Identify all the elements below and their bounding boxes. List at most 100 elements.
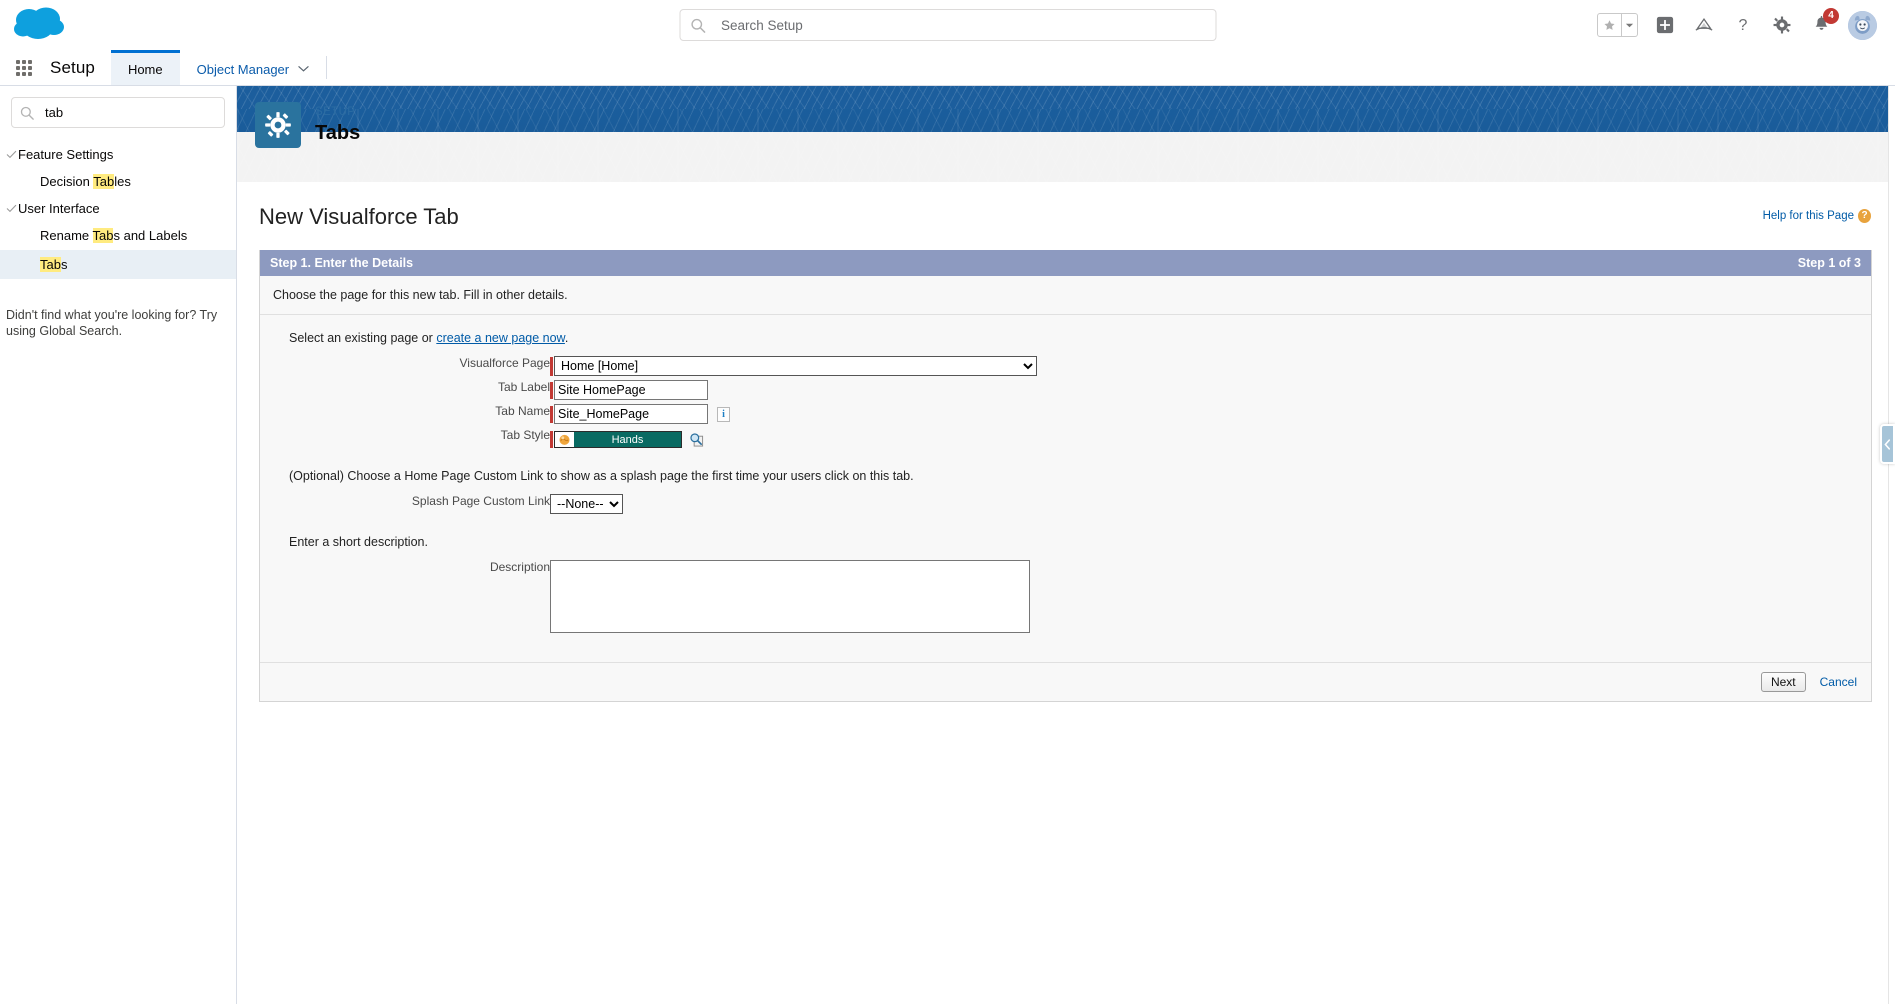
question-mark-icon: ? <box>1858 209 1871 223</box>
optional-splash-note: (Optional) Choose a Home Page Custom Lin… <box>289 469 914 483</box>
salesforce-cloud-logo[interactable] <box>6 0 76 50</box>
global-header: ? 4 <box>0 0 1895 50</box>
sidebar-item-label-post: s and Labels <box>113 228 188 243</box>
sidebar-group-user-interface[interactable]: User Interface <box>0 196 236 221</box>
notifications-bell-icon[interactable]: 4 <box>1809 8 1839 37</box>
field-row-tab-style: Tab Style Hands <box>260 426 1037 450</box>
app-launcher-icon[interactable] <box>6 50 42 85</box>
page-title-row: New Visualforce Tab Help for this Page ? <box>237 182 1895 230</box>
field-row-splash-page: Splash Page Custom Link --None-- <box>260 492 623 516</box>
wizard-step-bar: Step 1. Enter the Details Step 1 of 3 <box>260 250 1871 276</box>
sidebar-item-label-match: Tab <box>93 174 115 189</box>
help-link-label: Help for this Page <box>1762 210 1854 222</box>
description-textarea[interactable] <box>550 560 1030 633</box>
magnifier-lookup-icon[interactable] <box>689 432 704 447</box>
nav-tab-home[interactable]: Home <box>110 50 180 85</box>
sidebar-item-label-match: Tab <box>92 228 114 243</box>
wizard-footer: Next Cancel <box>260 662 1871 701</box>
page-title: Tabs <box>315 122 361 144</box>
quick-find-box[interactable] <box>11 97 225 128</box>
required-indicator <box>550 381 553 399</box>
banner-pattern-strip <box>237 86 1895 109</box>
nav-tab-home-label: Home <box>127 61 163 77</box>
visualforce-page-select[interactable]: Home [Home] <box>554 356 1037 376</box>
sidebar-group-feature-settings[interactable]: Feature Settings <box>0 142 236 167</box>
field-row-description: Description <box>260 558 1030 640</box>
tab-name-label: Tab Name <box>495 404 550 418</box>
gear-icon[interactable] <box>1770 13 1794 37</box>
setup-sidebar: Feature Settings Decision Tables User In… <box>0 86 237 1004</box>
setup-banner: SETUP Tabs <box>237 86 1895 182</box>
sidebar-item-label-pre: Decision <box>40 174 94 189</box>
sidebar-group-label: User Interface <box>18 201 100 216</box>
select-page-lead: Select an existing page or create a new … <box>260 331 1871 354</box>
tab-style-swatch[interactable]: Hands <box>554 431 682 448</box>
tab-label-input[interactable] <box>554 380 708 400</box>
page-scrollbar-track[interactable] <box>1888 86 1895 1004</box>
next-button[interactable]: Next <box>1760 672 1806 692</box>
description-note: Enter a short description. <box>289 535 428 549</box>
setup-eyebrow: SETUP <box>315 106 356 118</box>
trailhead-icon[interactable] <box>1692 13 1716 37</box>
chevron-down-icon <box>298 65 309 73</box>
global-search-box[interactable] <box>679 9 1216 41</box>
quick-find-input[interactable] <box>43 104 223 121</box>
tab-style-label: Tab Style <box>500 428 550 442</box>
create-new-page-link[interactable]: create a new page now <box>436 331 565 345</box>
header-actions: ? 4 <box>1597 8 1881 40</box>
checkmark-icon <box>4 204 18 213</box>
field-row-tab-label: Tab Label <box>260 378 1037 402</box>
field-row-visualforce-page: Visualforce Page Home [Home] <box>260 354 1037 378</box>
tab-style-name: Hands <box>574 432 681 447</box>
favorites-group[interactable] <box>1597 13 1638 37</box>
form-table-splash: Splash Page Custom Link --None-- <box>260 492 623 516</box>
setup-nav-bar: Setup Home Object Manager <box>0 50 1895 86</box>
body: Feature Settings Decision Tables User In… <box>0 86 1895 1004</box>
sidebar-item-rename-tabs-and-labels[interactable]: Rename Tabs and Labels <box>0 221 236 250</box>
panel-collapse-handle[interactable] <box>1880 424 1895 464</box>
favorites-dropdown-icon[interactable] <box>1622 13 1638 37</box>
checkmark-icon <box>4 150 18 159</box>
splash-page-label: Splash Page Custom Link <box>411 494 550 508</box>
nav-tab-object-manager[interactable]: Object Manager <box>180 50 327 85</box>
global-search-input[interactable] <box>719 16 1205 34</box>
tab-label-label: Tab Label <box>497 380 550 394</box>
main-content: SETUP Tabs New Visualforce Tab Help for … <box>237 86 1895 1004</box>
wizard-page-title: New Visualforce Tab <box>259 204 459 229</box>
wizard-intro: Choose the page for this new tab. Fill i… <box>273 288 568 302</box>
select-page-lead-suffix: . <box>564 331 569 345</box>
avatar[interactable] <box>1848 10 1877 40</box>
setup-header-text: SETUP Tabs <box>315 106 360 144</box>
gear-icon <box>255 102 301 148</box>
form-table-description: Description <box>260 558 1030 640</box>
select-page-lead-prefix: Select an existing page or <box>289 331 437 345</box>
sidebar-item-decision-tables[interactable]: Decision Tables <box>0 167 236 196</box>
tab-name-input[interactable] <box>554 404 708 424</box>
sidebar-item-label-post: s <box>60 257 68 272</box>
help-icon[interactable]: ? <box>1731 13 1755 37</box>
splash-page-select[interactable]: --None-- <box>550 494 623 514</box>
cancel-link[interactable]: Cancel <box>1820 675 1857 689</box>
search-icon <box>690 18 705 33</box>
field-row-tab-name: Tab Name i <box>260 402 1037 426</box>
sidebar-group-label: Feature Settings <box>18 147 114 162</box>
help-for-this-page-link[interactable]: Help for this Page ? <box>1763 204 1871 223</box>
chevron-left-icon <box>1884 438 1891 450</box>
waffle-grid-icon <box>16 59 32 76</box>
add-icon[interactable] <box>1653 13 1677 37</box>
wizard-panel: Step 1. Enter the Details Step 1 of 3 Ch… <box>259 250 1872 702</box>
favorite-star-icon[interactable] <box>1597 13 1622 37</box>
required-indicator <box>550 356 553 376</box>
info-icon[interactable]: i <box>717 406 730 422</box>
nav-divider <box>326 56 328 79</box>
global-search-container <box>679 9 1216 41</box>
wizard-form: Select an existing page or create a new … <box>260 315 1871 640</box>
sidebar-item-tabs[interactable]: Tabs <box>0 250 236 279</box>
svg-text:?: ? <box>1739 17 1748 34</box>
sidebar-item-label-pre: Rename <box>40 228 93 243</box>
nav-tab-object-manager-label: Object Manager <box>196 61 290 77</box>
notification-count-badge: 4 <box>1823 8 1839 24</box>
wizard-step-title: Step 1. Enter the Details <box>270 256 414 270</box>
form-table: Visualforce Page Home [Home] Tab Label S… <box>260 354 1037 450</box>
sidebar-item-label-post: les <box>114 174 131 189</box>
